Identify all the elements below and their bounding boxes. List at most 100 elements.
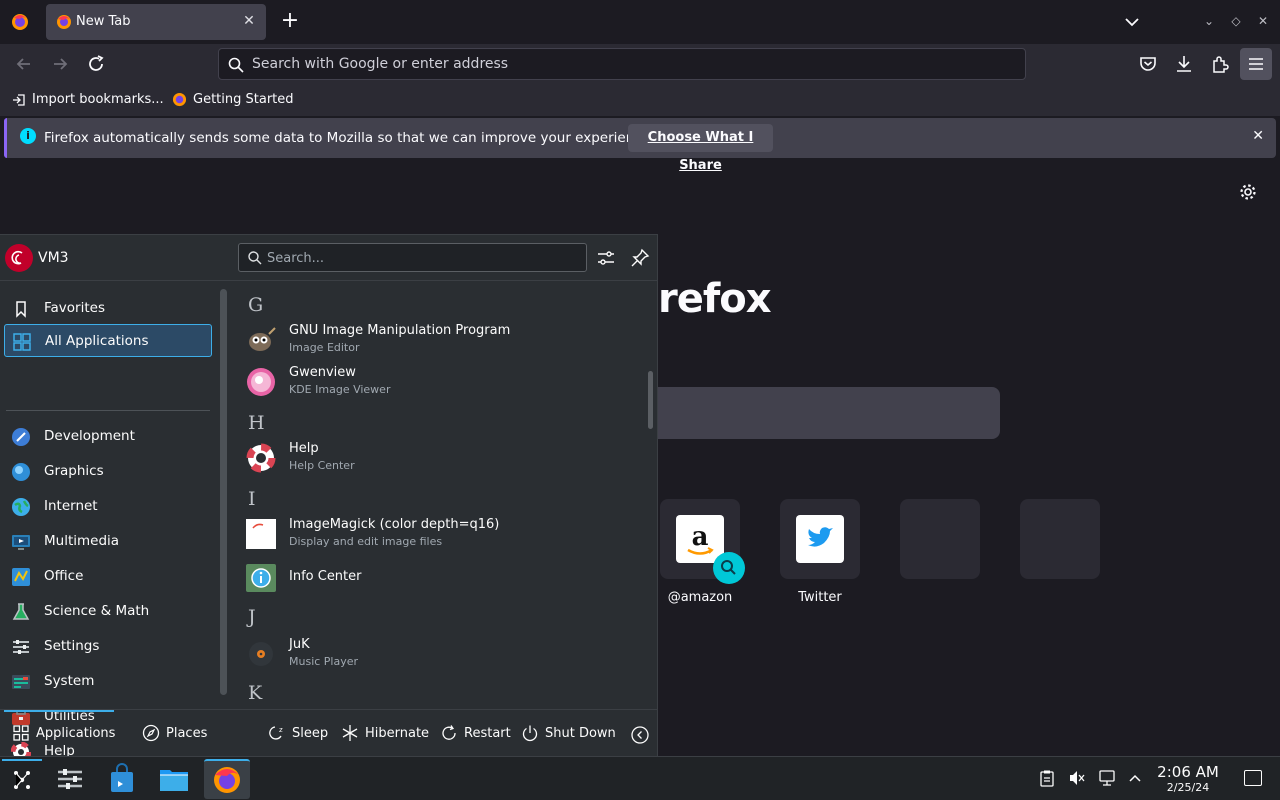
- pin-icon[interactable]: [628, 246, 652, 270]
- category-settings[interactable]: Settings: [4, 630, 212, 663]
- username: VM3: [38, 250, 69, 266]
- maximize-icon[interactable]: ◇: [1228, 13, 1244, 29]
- application-launcher-button[interactable]: [2, 759, 42, 799]
- gear-icon[interactable]: [1238, 182, 1258, 202]
- chevron-left-icon[interactable]: [630, 725, 650, 745]
- hamburger-menu-icon: [1249, 58, 1263, 70]
- app-gimp[interactable]: GNU Image Manipulation Program Image Edi…: [240, 320, 636, 360]
- app-info-center[interactable]: Info Center: [240, 558, 636, 598]
- show-desktop-button[interactable]: [1244, 770, 1262, 786]
- chevron-down-icon[interactable]: [1122, 12, 1142, 32]
- avatar[interactable]: [5, 244, 33, 272]
- clock-time[interactable]: 2:06 AM: [1150, 763, 1226, 781]
- office-icon: [12, 568, 30, 586]
- app-description: Music Player: [289, 655, 359, 668]
- tab-places[interactable]: Places: [142, 724, 207, 742]
- configure-sliders-icon[interactable]: [594, 246, 618, 270]
- section-letter: G: [248, 294, 264, 316]
- shortcut-tile-empty[interactable]: [1020, 499, 1100, 579]
- search-icon: [228, 57, 244, 73]
- multimedia-icon: [12, 535, 30, 550]
- app-name: ImageMagick (color depth=q16): [289, 517, 500, 532]
- launcher-search-field[interactable]: [238, 243, 587, 272]
- category-scrollbar[interactable]: [220, 289, 227, 695]
- category-label: Office: [44, 568, 84, 584]
- firefox-task[interactable]: [204, 759, 250, 799]
- application-scrollbar[interactable]: [648, 371, 653, 429]
- shortcut-tile-twitter[interactable]: [780, 499, 860, 579]
- minimize-icon[interactable]: ⌄: [1201, 13, 1217, 29]
- tab-new-tab[interactable]: New Tab ✕: [46, 4, 266, 40]
- hibernate-button[interactable]: Hibernate: [341, 724, 429, 742]
- import-icon: [13, 93, 25, 106]
- volume-muted-icon[interactable]: [1068, 769, 1086, 787]
- app-juk[interactable]: JuK Music Player: [240, 634, 636, 674]
- kde-logo-icon: [14, 771, 30, 789]
- restart-icon: [442, 725, 456, 740]
- dolphin-file-manager-launcher[interactable]: [154, 759, 194, 799]
- chevron-up-icon[interactable]: [1126, 769, 1144, 787]
- category-development[interactable]: Development: [4, 420, 212, 453]
- app-imagemagick[interactable]: ImageMagick (color depth=q16) Display an…: [240, 514, 636, 554]
- category-science-math[interactable]: Science & Math: [4, 595, 212, 628]
- svg-text:z: z: [279, 726, 283, 734]
- tab-applications[interactable]: Applications: [12, 724, 115, 742]
- new-tab-button[interactable]: +: [278, 10, 302, 34]
- url-bar[interactable]: [218, 48, 1026, 80]
- category-list: Favorites All Applications Development G…: [0, 282, 216, 762]
- section-letter: I: [248, 488, 256, 510]
- category-office[interactable]: Office: [4, 560, 212, 593]
- firefox-view-icon[interactable]: [10, 12, 30, 32]
- back-arrow-icon[interactable]: [12, 52, 36, 76]
- application-launcher: VM3 Favorites All Applications Developme…: [0, 234, 658, 762]
- reload-icon[interactable]: [84, 52, 108, 76]
- close-tab-icon[interactable]: ✕: [240, 12, 258, 30]
- getting-started-link[interactable]: Getting Started: [172, 92, 294, 107]
- clipboard-icon[interactable]: [1038, 769, 1056, 787]
- info-icon: i: [20, 128, 36, 144]
- tile-label-twitter: Twitter: [798, 590, 842, 605]
- network-wired-icon[interactable]: [1098, 769, 1116, 787]
- category-internet[interactable]: Internet: [4, 490, 212, 523]
- category-graphics[interactable]: Graphics: [4, 455, 212, 488]
- url-input[interactable]: [252, 53, 992, 75]
- close-window-icon[interactable]: ✕: [1255, 13, 1271, 29]
- app-description: KDE Image Viewer: [289, 383, 391, 396]
- system-settings-launcher[interactable]: [50, 759, 90, 799]
- navigation-toolbar: [0, 44, 1280, 84]
- app-menu-button[interactable]: [1240, 48, 1272, 80]
- imagemagick-icon: [246, 519, 276, 549]
- tab-title: New Tab: [76, 14, 131, 29]
- folder-icon: [160, 770, 188, 791]
- category-label: Favorites: [44, 300, 105, 316]
- app-gwenview[interactable]: Gwenview KDE Image Viewer: [240, 362, 636, 402]
- discover-launcher[interactable]: [102, 759, 142, 799]
- sleep-button[interactable]: z Sleep: [268, 724, 328, 742]
- close-notification-icon[interactable]: ✕: [1252, 128, 1264, 144]
- firefox-favicon-icon: [172, 92, 187, 107]
- sleep-icon: z: [269, 726, 283, 740]
- shutdown-button[interactable]: Shut Down: [521, 724, 616, 742]
- category-label: Multimedia: [44, 533, 120, 549]
- sleep-label: Sleep: [292, 725, 329, 741]
- forward-arrow-icon[interactable]: [48, 52, 72, 76]
- category-multimedia[interactable]: Multimedia: [4, 525, 212, 558]
- application-list: G GNU Image Manipulation Program Image E…: [234, 282, 642, 709]
- downloads-icon[interactable]: [1172, 52, 1196, 76]
- restart-button[interactable]: Restart: [440, 724, 511, 742]
- launcher-search-input[interactable]: [267, 248, 567, 268]
- category-system[interactable]: System: [4, 665, 212, 698]
- clock-date[interactable]: 2/25/24: [1150, 781, 1226, 794]
- newtab-search-box[interactable]: [650, 387, 1000, 439]
- extensions-icon[interactable]: [1208, 52, 1232, 76]
- category-all-applications[interactable]: All Applications: [4, 324, 212, 357]
- grid-icon: [13, 725, 29, 741]
- category-favorites[interactable]: Favorites: [4, 292, 212, 325]
- app-help[interactable]: Help Help Center: [240, 438, 636, 478]
- notification-accent: [4, 118, 7, 158]
- choose-what-i-share-button[interactable]: Choose What I Share: [628, 124, 773, 173]
- info-center-icon: [246, 564, 276, 592]
- import-bookmarks-link[interactable]: Import bookmarks...: [12, 92, 164, 107]
- pocket-icon[interactable]: [1136, 52, 1160, 76]
- shortcut-tile-empty[interactable]: [900, 499, 980, 579]
